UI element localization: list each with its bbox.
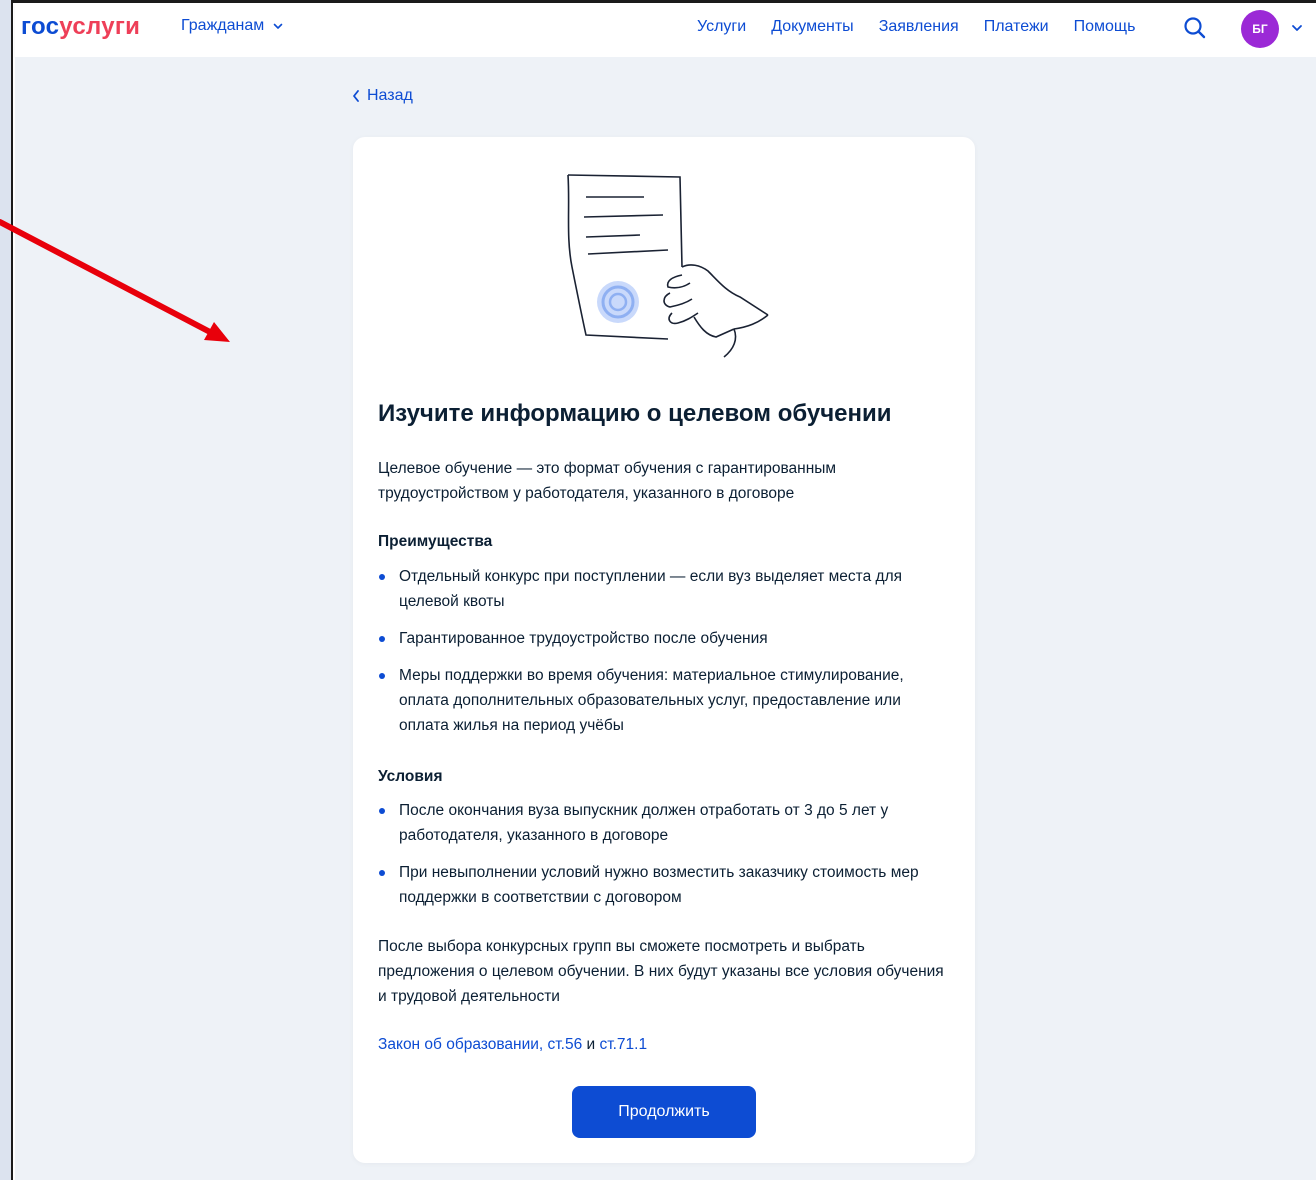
intro-text: Целевое обучение — это формат обучения с…: [378, 460, 837, 502]
bullet-dot: [379, 574, 385, 580]
list-item-text: Гарантированное трудоустройство после об…: [399, 630, 768, 647]
bullet-dot: [379, 673, 385, 679]
conditions-list: После окончания вуза выпускник должен от…: [378, 798, 953, 922]
user-avatar[interactable]: БГ: [1241, 10, 1279, 48]
audience-label: Гражданам: [181, 17, 265, 34]
gosuslugi-logo[interactable]: госуслуги: [21, 13, 140, 41]
list-item-text: При невыполнении условий нужно возместит…: [399, 864, 919, 906]
list-item: Отдельный конкурс при поступлении — если…: [378, 564, 953, 614]
frame-left-strip: [0, 0, 13, 1180]
logo-part-uslugi: услуги: [59, 13, 141, 40]
law-link-article-56[interactable]: Закон об образовании, ст.56: [378, 1036, 582, 1053]
back-label: Назад: [367, 87, 413, 104]
main-nav: Услуги Документы Заявления Платежи Помощ…: [697, 18, 1135, 36]
continue-button[interactable]: Продолжить: [572, 1086, 756, 1138]
bullet-dot: [379, 870, 385, 876]
nav-item-applications[interactable]: Заявления: [879, 18, 959, 36]
advantages-heading: Преимущества: [378, 533, 493, 550]
list-item: После окончания вуза выпускник должен от…: [378, 798, 953, 848]
nav-item-services[interactable]: Услуги: [697, 18, 746, 36]
audience-dropdown[interactable]: Гражданам: [181, 17, 284, 35]
nav-item-payments[interactable]: Платежи: [984, 18, 1049, 36]
conditions-heading: Условия: [378, 768, 443, 785]
law-and-text: и: [582, 1036, 600, 1053]
bullet-dot: [379, 636, 385, 642]
list-item-text: После окончания вуза выпускник должен от…: [399, 802, 889, 844]
avatar-initials: БГ: [1252, 22, 1268, 36]
list-item: Гарантированное трудоустройство после об…: [378, 626, 953, 651]
avatar-chevron-down-icon[interactable]: [1290, 21, 1304, 35]
nav-item-help[interactable]: Помощь: [1074, 18, 1136, 36]
logo-part-gos: гос: [21, 13, 60, 40]
back-link[interactable]: Назад: [351, 87, 413, 105]
bullet-dot: [379, 808, 385, 814]
list-item-text: Отдельный конкурс при поступлении — если…: [399, 568, 903, 610]
top-header: госуслуги Гражданам Услуги Документы Зая…: [15, 3, 1316, 57]
info-card: Изучите информацию о целевом обучении Це…: [353, 137, 975, 1163]
chevron-left-icon: [353, 90, 359, 102]
law-references: Закон об образовании, ст.56 и ст.71.1: [378, 1036, 647, 1054]
search-icon[interactable]: [1182, 15, 1208, 41]
outro-text: После выбора конкурсных групп вы сможете…: [378, 938, 944, 1005]
list-item: Меры поддержки во время обучения: матери…: [378, 663, 953, 738]
list-item: При невыполнении условий нужно возместит…: [378, 860, 953, 910]
page-title: Изучите информацию о целевом обучении: [378, 400, 892, 427]
chevron-down-icon: [273, 23, 283, 29]
list-item-text: Меры поддержки во время обучения: матери…: [399, 667, 904, 734]
document-in-hand-illustration: [567, 174, 769, 358]
nav-item-documents[interactable]: Документы: [771, 18, 853, 36]
advantages-list: Отдельный конкурс при поступлении — если…: [378, 564, 953, 750]
law-link-article-71-1[interactable]: ст.71.1: [599, 1036, 647, 1053]
